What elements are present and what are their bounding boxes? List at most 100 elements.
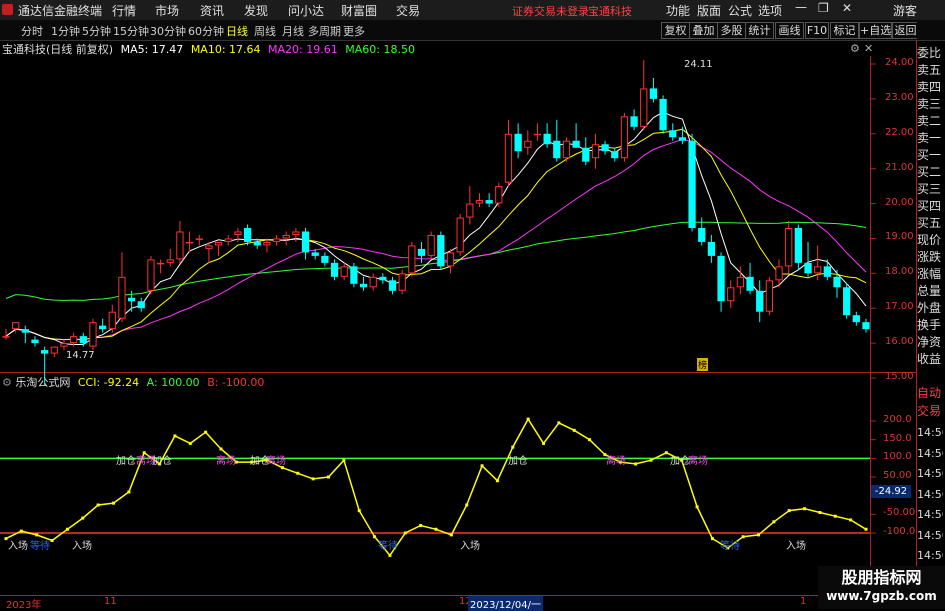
side-label[interactable]: 卖三: [917, 95, 943, 112]
cci-point: [480, 464, 484, 468]
candle-body: [301, 231, 310, 253]
watermark-title: 股朋指标网: [841, 568, 922, 587]
side-label[interactable]: 总量: [917, 282, 943, 299]
cci-value: CCI: -92.24: [77, 376, 140, 389]
cci-point: [419, 524, 423, 528]
signal-jiacang: 加仓: [152, 456, 172, 467]
candle-body: [330, 262, 339, 277]
candle-body: [263, 241, 271, 246]
candle-body: [736, 276, 745, 288]
side-label[interactable]: 买四: [917, 197, 943, 214]
side-label[interactable]: 卖五: [917, 61, 943, 78]
cci-y-axis-label: 200.0: [883, 414, 912, 425]
cci-line: [5, 417, 867, 557]
current-cci-box: -24.92: [871, 485, 911, 498]
signal-ruchang: 入场: [72, 541, 92, 552]
candle-body: [417, 248, 426, 256]
cci-y-axis-label: -100.0: [883, 526, 916, 537]
side-label[interactable]: 卖一: [917, 129, 943, 146]
date-label-nov: 11: [104, 596, 117, 607]
cci-point: [327, 475, 330, 479]
cci-point: [173, 434, 177, 438]
candle-body: [717, 255, 725, 302]
side-label[interactable]: 买二: [917, 163, 943, 180]
candle-body: [862, 322, 870, 330]
side-label[interactable]: 买三: [917, 180, 943, 197]
y-axis-label: 23.00: [885, 91, 914, 103]
candle-body: [388, 280, 397, 291]
candle-body: [253, 241, 261, 246]
cci-point: [357, 509, 361, 513]
cci-point: [81, 516, 85, 520]
candle-body: [185, 241, 194, 244]
signal-likai: 离场: [266, 456, 286, 467]
candle-body: [495, 186, 503, 204]
cci-point: [112, 501, 115, 505]
cci-point: [35, 533, 39, 537]
candle-body: [214, 241, 223, 246]
side-label[interactable]: 卖二: [917, 112, 943, 129]
candle-body: [591, 144, 600, 159]
candle-body: [485, 200, 493, 204]
y-axis-label: 22.00: [885, 126, 914, 138]
candle-body: [611, 151, 619, 159]
date-axis: 2023年 11 12 2023/12/04/一 1: [0, 596, 916, 611]
candle-body: [243, 227, 252, 242]
side-label[interactable]: 委比: [917, 44, 943, 61]
side-sub-label[interactable]: 交易: [917, 402, 943, 419]
side-label[interactable]: 买五: [917, 214, 943, 231]
candle-body: [272, 238, 281, 242]
candle-body: [794, 227, 802, 263]
side-label[interactable]: 收益: [917, 350, 943, 367]
side-time: 14:56: [917, 426, 943, 439]
y-axis-label: 19.00: [885, 231, 914, 243]
cci-point: [588, 438, 592, 442]
cci-point: [634, 462, 638, 466]
cci-point: [787, 509, 791, 513]
candle-body: [137, 301, 145, 309]
rank-badge[interactable]: 榜: [697, 358, 709, 371]
y-axis-label: 20.00: [885, 196, 914, 208]
side-sub-label[interactable]: 自动: [917, 384, 943, 401]
candle-body: [79, 336, 87, 344]
cci-point: [864, 527, 868, 531]
side-label[interactable]: 净资: [917, 333, 943, 350]
formula-name[interactable]: 乐淘公式网: [15, 376, 70, 389]
side-label[interactable]: 现价: [917, 231, 943, 248]
cci-point: [311, 477, 315, 481]
low-price-label: 14.77: [66, 350, 95, 361]
candle-body: [446, 252, 455, 267]
side-label[interactable]: 涨幅: [917, 265, 943, 282]
candle-body: [775, 266, 783, 281]
side-label[interactable]: 外盘: [917, 299, 943, 316]
candle-body: [707, 241, 716, 256]
side-label[interactable]: 换手: [917, 316, 943, 333]
y-axis-label: 21.00: [885, 161, 914, 173]
side-label[interactable]: 买一: [917, 146, 943, 163]
candle-body: [785, 227, 793, 267]
cci-point: [818, 510, 822, 514]
candle-body: [524, 140, 532, 148]
side-label[interactable]: 涨跌: [917, 248, 943, 265]
cci-point: [741, 535, 745, 539]
watermark: 股朋指标网 www.7gpzb.com: [818, 566, 945, 609]
cci-point: [19, 529, 23, 533]
candle-body: [504, 133, 513, 183]
cci-point: [96, 503, 100, 507]
signal-dengdai: 等待: [30, 541, 50, 552]
signal-jiacang: 加仓: [670, 456, 690, 467]
cci-point: [342, 458, 346, 462]
cci-point: [449, 533, 453, 537]
watermark-url: www.7gpzb.com: [826, 589, 937, 603]
candle-body: [147, 259, 155, 291]
formula-icon: ⚙: [2, 376, 12, 389]
candle-body: [466, 203, 474, 218]
candle-body: [659, 98, 667, 131]
candle-body: [765, 280, 773, 312]
quote-side-panel: 委比 卖五 卖四 卖三 卖二 卖一 买一 买二 买三 买四 买五 现价 涨跌 涨幅 总量 外盘 换手 净资 收益自动…: [917, 44, 945, 609]
candle-body: [127, 297, 136, 302]
side-label[interactable]: 卖四: [917, 78, 943, 95]
signal-jiacang: 加仓: [508, 456, 528, 467]
high-price-label: 24.11: [684, 59, 713, 70]
candle-body: [205, 245, 213, 249]
